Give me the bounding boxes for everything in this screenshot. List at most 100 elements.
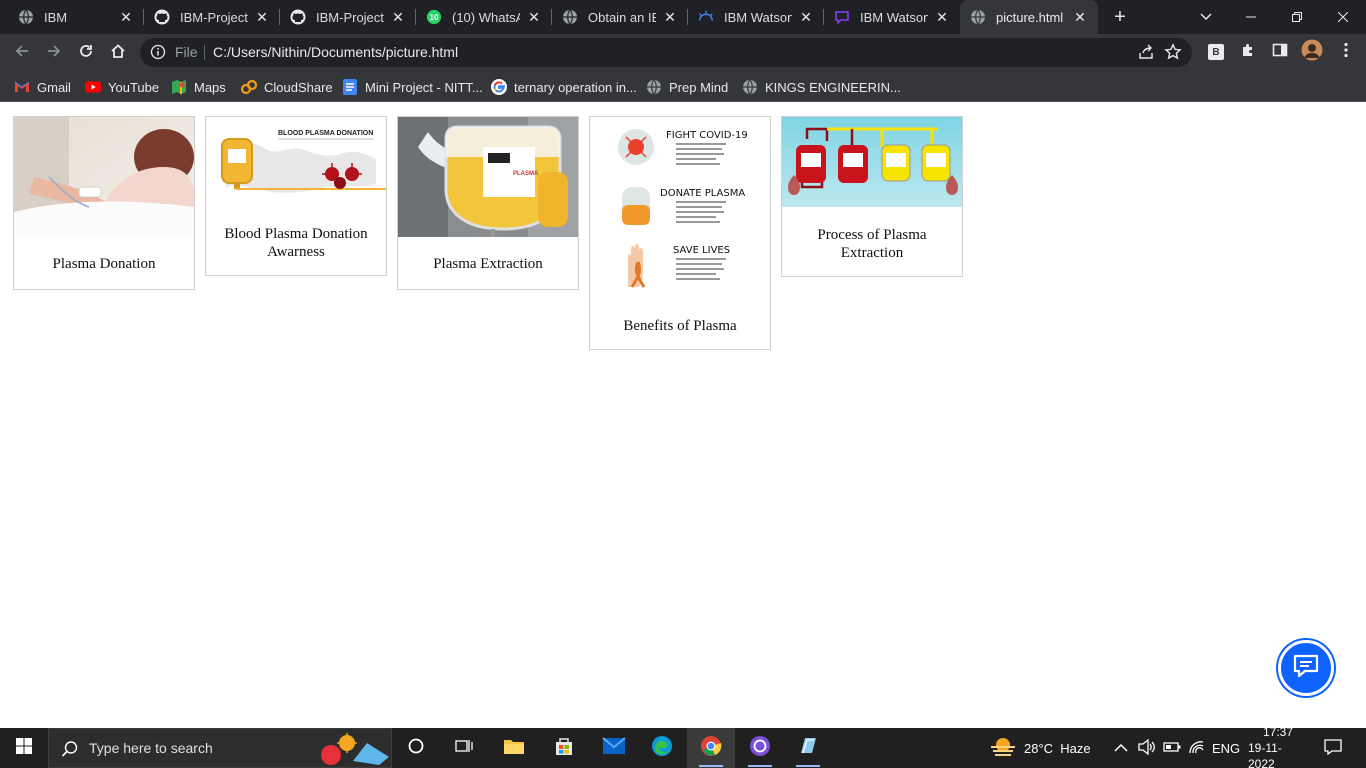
store-icon <box>554 736 574 761</box>
bookmark-prep-mind[interactable]: Prep Mind <box>646 76 728 98</box>
scheme-label: File <box>175 44 198 60</box>
battery-icon <box>1163 741 1181 756</box>
edge-app[interactable] <box>638 728 686 768</box>
more-vert-icon <box>1344 42 1348 63</box>
bookmark-label: ternary operation in... <box>514 79 637 95</box>
card-caption: Plasma Donation <box>52 256 156 272</box>
globe-icon <box>18 9 34 25</box>
close-icon[interactable]: ✕ <box>254 9 270 25</box>
new-tab-button[interactable]: + <box>1108 5 1132 29</box>
bookmark-ternary-operation[interactable]: ternary operation in... <box>491 76 637 98</box>
bookmarks-bar: Gmail YouTube Maps CloudShare Mini Proje… <box>0 71 1366 102</box>
youtube-icon <box>85 79 101 95</box>
minimize-button[interactable] <box>1228 0 1274 34</box>
tab-ibm[interactable]: IBM ✕ <box>8 0 144 34</box>
window-controls <box>1228 0 1366 34</box>
benefit-heading: DONATE PLASMA <box>660 188 745 199</box>
bookmark-label: KINGS ENGINEERIN... <box>765 79 901 95</box>
network-button[interactable] <box>1188 728 1204 768</box>
close-icon[interactable]: ✕ <box>662 9 678 25</box>
address-bar[interactable]: File C:/Users/Nithin/Documents/picture.h… <box>140 38 1192 67</box>
whatsapp-icon: 10 <box>426 9 442 25</box>
notifications-button[interactable] <box>1322 728 1344 768</box>
mail-icon <box>602 736 626 760</box>
close-icon[interactable]: ✕ <box>798 9 814 25</box>
tab-whatsapp[interactable]: 10 (10) WhatsAp ✕ <box>416 0 552 34</box>
bookmark-maps[interactable]: Maps <box>171 76 226 98</box>
reload-button[interactable] <box>72 39 100 67</box>
bookmark-star-icon[interactable] <box>1164 43 1182 61</box>
close-icon[interactable]: ✕ <box>390 9 406 25</box>
extension-badge[interactable]: B <box>1206 42 1226 62</box>
docs-icon <box>342 79 358 95</box>
start-button[interactable] <box>0 728 48 768</box>
bookmark-mini-project[interactable]: Mini Project - NITT... <box>342 76 483 98</box>
side-panel-button[interactable] <box>1270 42 1290 62</box>
input-language-button[interactable]: ENG <box>1212 728 1240 768</box>
blue-app[interactable] <box>784 728 832 768</box>
tab-ibm-project-2[interactable]: IBM-Project-3 ✕ <box>280 0 416 34</box>
google-icon <box>491 79 507 95</box>
close-icon[interactable]: ✕ <box>934 9 950 25</box>
extensions-button[interactable] <box>1238 42 1258 62</box>
github-desktop-app[interactable] <box>736 728 784 768</box>
bookmark-kings-engineering[interactable]: KINGS ENGINEERIN... <box>742 76 901 98</box>
folder-icon <box>503 737 525 760</box>
watson-icon <box>698 9 714 25</box>
clock[interactable]: 17:37 19-11-2022 <box>1248 725 1308 768</box>
forward-button[interactable] <box>40 39 68 67</box>
tab-obtain-ibm[interactable]: Obtain an IBM ✕ <box>552 0 688 34</box>
share-icon[interactable] <box>1138 44 1154 60</box>
tab-title: IBM Watson S <box>724 9 792 25</box>
close-icon[interactable]: ✕ <box>1072 9 1088 25</box>
globe-icon <box>742 79 758 95</box>
taskbar-search-box[interactable]: Type here to search <box>48 728 392 768</box>
show-hidden-icons-button[interactable] <box>1114 728 1128 768</box>
restore-button[interactable] <box>1274 0 1320 34</box>
tab-title: picture.html <box>996 9 1064 25</box>
tab-ibm-watson-s[interactable]: IBM Watson S ✕ <box>688 0 824 34</box>
chat-assistant-button[interactable] <box>1278 640 1334 696</box>
back-button[interactable] <box>8 39 36 67</box>
benefit-heading: FIGHT COVID-19 <box>666 130 748 141</box>
tab-ibm-watson-a[interactable]: IBM Watson A ✕ <box>824 0 960 34</box>
github-desktop-icon <box>749 735 771 762</box>
info-icon[interactable] <box>150 44 166 60</box>
tab-search-button[interactable] <box>1194 5 1218 29</box>
task-view-button[interactable] <box>392 728 440 768</box>
chrome-app[interactable] <box>687 728 735 768</box>
bookmark-cloudshare[interactable]: CloudShare <box>241 76 333 98</box>
watson-assistant-icon <box>834 9 850 25</box>
volume-button[interactable] <box>1138 728 1156 768</box>
home-button[interactable] <box>104 39 132 67</box>
bookmark-gmail[interactable]: Gmail <box>14 76 71 98</box>
windows-taskbar: Type here to search 28°C Haze ENG 17:37 … <box>0 725 1366 768</box>
tab-ibm-project-1[interactable]: IBM-Project-3 ✕ <box>144 0 280 34</box>
side-panel-icon <box>1272 42 1288 63</box>
profile-avatar[interactable] <box>1300 39 1324 66</box>
card-caption: Process of Plasma Extraction <box>817 227 927 261</box>
close-window-button[interactable] <box>1320 0 1366 34</box>
mail-app[interactable] <box>590 728 638 768</box>
arrow-right-icon <box>46 43 62 64</box>
tab-picture-html[interactable]: picture.html ✕ <box>960 0 1098 34</box>
file-explorer-app[interactable] <box>490 728 538 768</box>
task-view-icon <box>455 738 473 759</box>
book-app-icon <box>797 735 819 762</box>
bookmark-youtube[interactable]: YouTube <box>85 76 159 98</box>
maps-icon <box>171 79 187 95</box>
task-view-app[interactable] <box>440 728 488 768</box>
tab-title: Obtain an IBM <box>588 9 656 25</box>
avatar-icon <box>1301 39 1323 66</box>
clock-date: 19-11-2022 <box>1248 741 1282 768</box>
battery-button[interactable] <box>1163 728 1181 768</box>
reload-icon <box>78 43 94 64</box>
close-icon[interactable]: ✕ <box>526 9 542 25</box>
microsoft-store-app[interactable] <box>540 728 588 768</box>
close-icon[interactable]: ✕ <box>118 9 134 25</box>
weather-widget[interactable]: 28°C Haze <box>990 728 1091 768</box>
url-text[interactable]: C:/Users/Nithin/Documents/picture.html <box>213 44 458 60</box>
browser-menu-button[interactable] <box>1336 42 1356 62</box>
gallery-card-plasma-extraction: PLASMA Plasma Extraction <box>397 116 579 290</box>
globe-icon <box>970 9 986 25</box>
